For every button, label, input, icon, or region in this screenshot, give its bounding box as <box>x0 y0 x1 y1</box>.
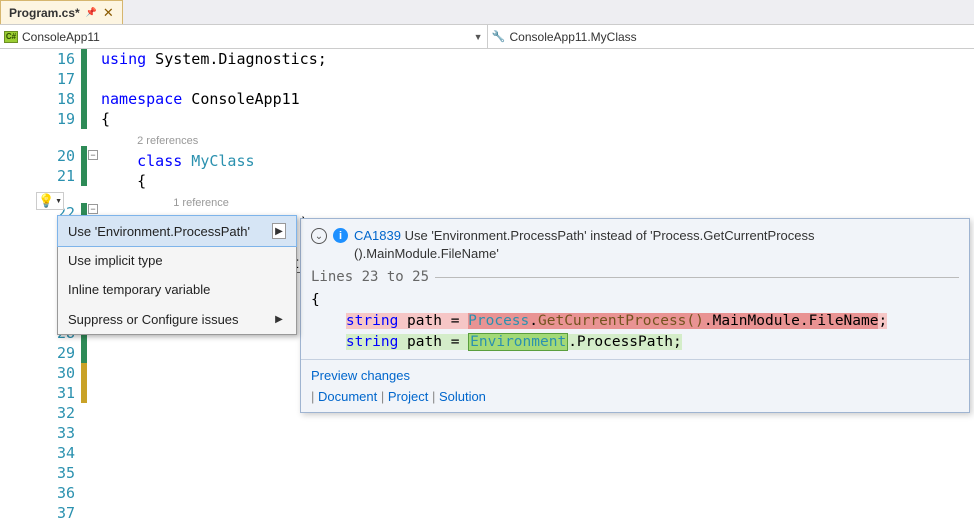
pin-icon[interactable]: 📌 <box>86 7 97 18</box>
collapse-toggle-icon[interactable]: ⌄ <box>311 228 327 244</box>
nav-project-label: ConsoleApp11 <box>22 30 100 44</box>
info-icon: i <box>333 228 348 243</box>
nav-class-label: ConsoleApp11.MyClass <box>510 30 637 44</box>
codelens-references[interactable]: 2 references <box>137 135 198 147</box>
file-tab[interactable]: Program.cs* 📌 ✕ <box>0 0 123 24</box>
menu-item-label: Inline temporary variable <box>68 282 210 297</box>
rule-link[interactable]: CA1839 <box>354 228 401 243</box>
diff-preview: { string path = Process.GetCurrentProces… <box>301 288 969 359</box>
diagnostic-message: CA1839 Use 'Environment.ProcessPath' ins… <box>354 227 815 262</box>
class-icon: 🔧 <box>492 30 506 44</box>
menu-item-use-processpath[interactable]: Use 'Environment.ProcessPath' ▶ <box>57 215 297 247</box>
menu-item-label: Use 'Environment.ProcessPath' <box>68 224 250 239</box>
lines-label: Lines 23 to 25 <box>301 266 969 288</box>
preview-header: ⌄ i CA1839 Use 'Environment.ProcessPath'… <box>301 219 969 266</box>
nav-scope-dropdown[interactable]: C# ConsoleApp11 ▼ <box>0 25 488 48</box>
tab-bar: Program.cs* 📌 ✕ <box>0 0 974 25</box>
close-icon[interactable]: ✕ <box>103 5 114 21</box>
lightbulb-button[interactable]: 💡 ▼ <box>36 192 64 210</box>
csharp-icon: C# <box>4 31 18 43</box>
menu-item-suppress[interactable]: Suppress or Configure issues ▶ <box>58 304 296 334</box>
fix-project-link[interactable]: Project <box>388 389 428 404</box>
preview-changes-link[interactable]: Preview changes <box>311 368 410 383</box>
submenu-arrow-icon: ▶ <box>272 311 286 327</box>
lightbulb-icon: 💡 <box>38 193 54 209</box>
code-fix-preview: ⌄ i CA1839 Use 'Environment.ProcessPath'… <box>300 218 970 413</box>
menu-item-label: Use implicit type <box>68 253 163 268</box>
menu-item-inline-variable[interactable]: Inline temporary variable <box>58 275 296 304</box>
nav-class-dropdown[interactable]: 🔧 ConsoleApp11.MyClass <box>488 25 974 48</box>
preview-action-links: Preview changes | Document | Project | S… <box>301 359 969 412</box>
tab-title: Program.cs* <box>9 6 80 20</box>
fix-solution-link[interactable]: Solution <box>439 389 486 404</box>
codelens-references[interactable]: 1 reference <box>173 197 229 209</box>
navigation-bar: C# ConsoleApp11 ▼ 🔧 ConsoleApp11.MyClass <box>0 25 974 49</box>
fold-toggle[interactable]: − <box>88 204 98 214</box>
chevron-down-icon: ▼ <box>474 32 483 42</box>
fix-document-link[interactable]: Document <box>318 389 377 404</box>
quick-actions-menu: Use 'Environment.ProcessPath' ▶ Use impl… <box>57 215 297 335</box>
submenu-arrow-icon: ▶ <box>272 223 286 239</box>
chevron-down-icon: ▼ <box>55 198 62 205</box>
editor-margin <box>0 49 33 530</box>
menu-item-label: Suppress or Configure issues <box>68 312 239 327</box>
menu-item-implicit-type[interactable]: Use implicit type <box>58 246 296 275</box>
fold-toggle[interactable]: − <box>88 150 98 160</box>
